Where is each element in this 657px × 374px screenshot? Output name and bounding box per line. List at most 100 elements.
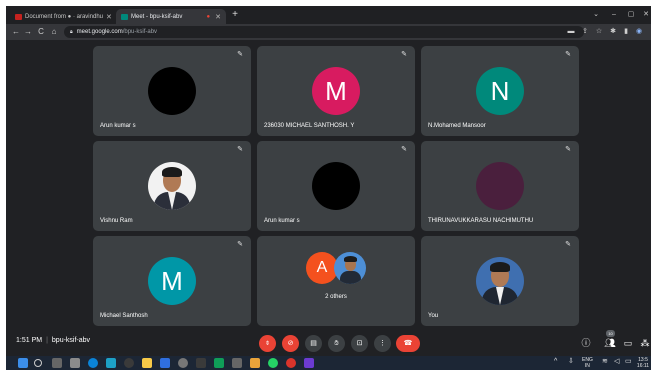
close-tab-icon[interactable]: ✕ [215,13,221,21]
extensions-icon[interactable]: ✱ [608,26,618,38]
gmail-icon [15,13,22,20]
tab-document[interactable]: Document from ● · aravindhu ✕ [10,9,114,24]
participant-name: Arun kumar s [100,123,136,129]
avatar-photo [476,257,524,305]
app-icon[interactable] [214,358,224,368]
app-icon[interactable] [304,358,314,368]
profile-icon[interactable]: ◉ [634,26,644,38]
more-vert-icon: ⋮ [379,340,386,347]
activities-button[interactable]: ⁂ [638,336,651,350]
share-icon[interactable]: ⇪ [580,26,590,38]
app-icon[interactable] [124,358,134,368]
minimize-button[interactable]: – [606,8,622,22]
participant-tile[interactable]: ✎ N N.Mohamed Mansoor [421,46,579,136]
tab-title: Meet - bpu-ksif-abv [131,13,183,20]
recording-dot-icon: ● [206,13,211,20]
mic-off-icon: ⌽ [265,340,270,347]
others-tile[interactable]: A 2 others [257,236,415,326]
meeting-time: 1:51 PM [16,337,43,344]
battery-icon[interactable]: ▭ [625,358,632,365]
captions-icon: ▤ [310,340,317,347]
avatar: M [148,257,196,305]
wifi-icon[interactable]: ≋ [602,358,608,365]
avatar-photo [148,162,196,210]
app-icon[interactable] [106,358,116,368]
participant-tile[interactable]: ✎ THIRUNAVUKKARASU NACHIMUTHU [421,141,579,231]
app-icon[interactable] [178,358,188,368]
clock[interactable]: 13:5 16:11 [636,357,650,369]
leave-call-button[interactable]: ☎︎ [396,335,420,352]
chat-button[interactable]: ▭ [621,336,635,350]
mic-muted-icon: ✎ [237,146,243,153]
home-icon[interactable]: ⌂ [48,26,60,38]
whatsapp-icon[interactable] [268,358,278,368]
avatar: N [476,67,524,115]
mic-muted-icon: ✎ [237,51,243,58]
participant-name: THIRUNAVUKKARASU NACHIMUTHU [428,218,534,224]
forward-icon[interactable]: → [22,26,34,38]
edge-icon[interactable] [88,358,98,368]
participant-tile[interactable]: ✎ Arun kumar s [257,141,415,231]
participant-tile[interactable]: ✎ M 236030 MICHAEL SANTHOSH. Y [257,46,415,136]
language-indicator[interactable]: ENG IN [582,357,593,369]
participant-tile[interactable]: ✎ Vishnu Ram [93,141,251,231]
people-button[interactable]: 10 👥︎ [603,330,617,350]
mic-toggle-button[interactable]: ⌽ [259,335,276,352]
url-host: meet.google.com [76,29,123,35]
meet-control-bar: 1:51 PM | bpu-ksif-abv ⌽ ⊘ ▤ ✋︎ ⊡ ⋮ ☎︎ ⓘ 1… [6,330,651,354]
more-options-button[interactable]: ⋮ [374,335,391,352]
chrome-icon[interactable] [250,358,260,368]
participant-name: Arun kumar s [264,218,300,224]
search-icon[interactable] [34,359,42,367]
participant-tile[interactable]: ✎ Arun kumar s [93,46,251,136]
side-panel-icon[interactable]: ▮ [621,26,631,38]
app-icon[interactable] [160,358,170,368]
participant-tile[interactable]: ✎ M Michael Santhosh [93,236,251,326]
browser-toolbar: ← → C ⌂ 🔒︎ meet.google.com/bpu-ksif-abv … [6,24,651,40]
tab-meet[interactable]: Meet - bpu-ksif-abv ● ✕ [116,9,226,24]
maximize-button[interactable]: ▢ [623,8,639,22]
hand-icon: ✋︎ [334,340,339,347]
mic-muted-icon: ✎ [237,241,243,248]
info-icon: ⓘ [581,338,591,348]
address-bar[interactable]: 🔒︎ meet.google.com/bpu-ksif-abv [64,26,584,38]
camera-toggle-button[interactable]: ⊘ [282,335,299,352]
camera-off-icon: ⊘ [287,340,294,347]
participant-name: Michael Santhosh [100,313,148,319]
mic-muted-icon: ✎ [565,241,571,248]
reload-icon[interactable]: C [35,26,47,38]
tab-search-icon[interactable]: ⌄ [588,8,604,22]
new-tab-button[interactable]: + [228,9,242,21]
participant-name: You [428,313,439,319]
mic-muted-icon: ✎ [401,51,407,58]
close-window-button[interactable]: ✕ [638,8,651,22]
participant-name: N.Mohamed Mansoor [428,123,486,129]
present-button[interactable]: ⊡ [351,335,368,352]
avatar-photo [334,252,366,284]
bookmark-star-icon[interactable]: ☆ [594,26,604,38]
browser-tab-strip: Document from ● · aravindhu ✕ Meet - bpu… [6,6,651,24]
file-explorer-icon[interactable] [142,358,152,368]
meeting-info: 1:51 PM | bpu-ksif-abv [16,337,91,344]
app-icon[interactable] [286,358,296,368]
present-icon: ⊡ [356,340,363,347]
camera-indicator-icon[interactable]: ▬ [566,26,576,38]
meeting-details-button[interactable]: ⓘ [579,336,593,350]
os-taskbar: ^ ⇩ ENG IN ≋ ◁ ▭ 13:5 16:11 [6,356,651,370]
tray-chevron-icon[interactable]: ^ [554,358,557,365]
raise-hand-button[interactable]: ✋︎ [328,335,345,352]
self-tile[interactable]: ✎ You [421,236,579,326]
cloud-icon[interactable]: ⇩ [568,358,574,365]
mic-muted-icon: ✎ [565,146,571,153]
app-icon[interactable] [196,358,206,368]
volume-icon[interactable]: ◁ [614,358,619,365]
windows-start-icon[interactable] [18,358,28,368]
captions-button[interactable]: ▤ [305,335,322,352]
lock-icon: 🔒︎ [70,29,73,35]
close-tab-icon[interactable]: ✕ [106,13,112,21]
mic-muted-icon: ✎ [401,146,407,153]
app-icon[interactable] [232,358,242,368]
back-icon[interactable]: ← [10,26,22,38]
app-icon[interactable] [70,358,80,368]
taskview-icon[interactable] [52,358,62,368]
